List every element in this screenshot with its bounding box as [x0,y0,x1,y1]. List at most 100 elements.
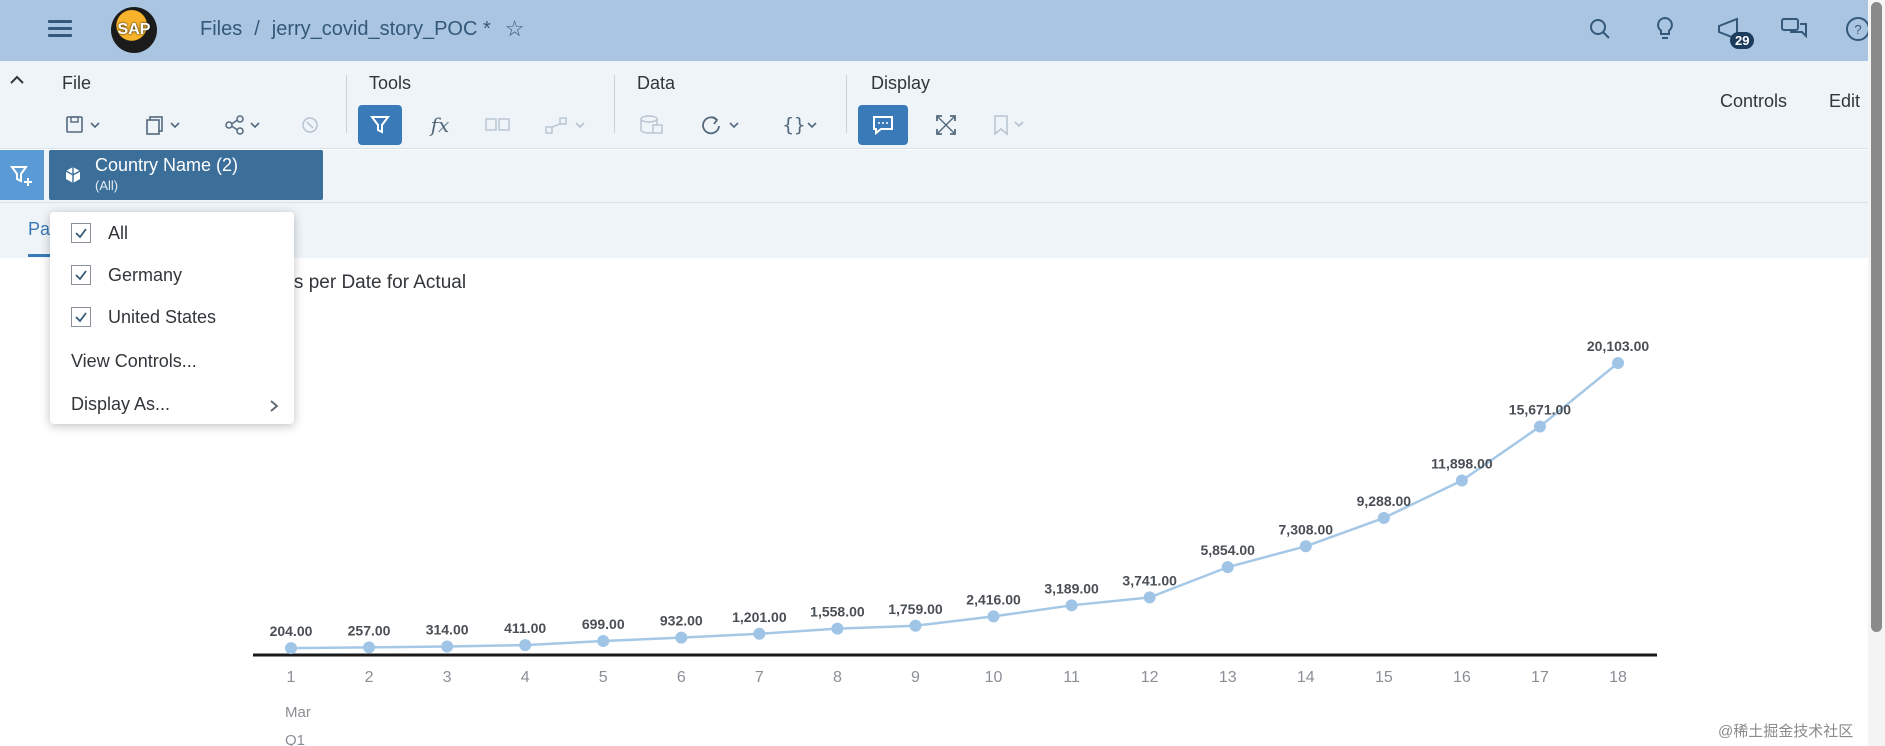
x-tick-label: 17 [1531,669,1549,686]
sap-logo[interactable]: SAP [111,7,157,53]
bookmark-disabled-icon[interactable] [984,105,1034,145]
lightbulb-icon[interactable] [1650,14,1680,44]
story-name: jerry_covid_story_POC * [271,17,491,40]
x-tick-label: 3 [443,669,452,686]
data-point[interactable] [909,619,922,632]
country-name-filter-token[interactable]: Country Name (2) (All) [49,150,323,200]
data-point[interactable] [285,642,297,655]
dropdown-item-label: Germany [108,264,183,285]
svg-text:?: ? [1854,22,1861,37]
data-point[interactable] [363,641,376,654]
x-sublabel-quarter: Q1 [285,732,305,746]
tools-group-label: Tools [369,73,412,93]
x-tick-label: 18 [1609,669,1627,686]
file-group: File [62,73,91,94]
controls-button[interactable]: Controls [1720,91,1787,112]
comment-mode-icon[interactable] [858,105,908,145]
edit-button[interactable]: Edit [1829,91,1860,112]
data-point[interactable] [1612,357,1625,369]
data-label: 7,308.00 [1279,521,1334,537]
tools-group: Tools [369,73,411,94]
data-point[interactable] [1299,540,1312,553]
data-label: 1,558.00 [810,604,865,620]
x-tick-label: 5 [599,669,608,686]
save-icon[interactable] [60,105,110,145]
checkbox-checked-icon[interactable] [71,265,91,285]
data-point[interactable] [1533,420,1546,433]
series-line [290,362,1619,650]
active-tab-indicator [28,254,52,257]
dropdown-item-united-states[interactable]: United States [50,299,294,335]
data-label: 699.00 [582,616,625,632]
app-shell: SAP Files / jerry_covid_story_POC * ☆ 29… [0,0,1885,746]
logo-text: SAP [117,21,151,38]
tab-page-1[interactable]: Pa [28,219,50,240]
data-label: 9,288.00 [1357,493,1412,509]
dropdown-item-all[interactable]: All [50,215,294,251]
file-group-label: File [62,73,92,93]
scrollbar-thumb[interactable] [1871,2,1882,632]
formula-fx-icon[interactable]: fx [420,105,460,145]
data-label: 5,854.00 [1200,542,1255,558]
favorite-star-icon[interactable]: ☆ [505,16,525,42]
checkbox-checked-icon[interactable] [71,223,91,243]
x-tick-label: 4 [521,669,530,686]
discussions-icon[interactable] [1779,14,1809,44]
x-tick-label: 1 [287,669,296,686]
vertical-scrollbar[interactable] [1868,0,1885,746]
data-point[interactable] [753,627,766,640]
checkbox-checked-icon[interactable] [71,307,91,327]
filter-tool-icon[interactable] [358,105,402,145]
refresh-icon[interactable] [696,105,748,145]
copy-icon[interactable] [140,105,190,145]
link-disabled-icon[interactable] [540,105,596,145]
collapse-toolbar-icon[interactable] [8,71,28,91]
data-point[interactable] [441,640,454,653]
fullscreen-icon[interactable] [926,105,966,145]
data-label: 3,189.00 [1044,580,1099,596]
grid-disabled-icon[interactable] [478,105,518,145]
x-tick-label: 11 [1063,669,1080,686]
data-point[interactable] [1377,511,1390,524]
data-label: 2,416.00 [966,591,1021,607]
search-icon[interactable] [1585,14,1615,44]
data-point[interactable] [675,631,688,644]
data-label: 257.00 [348,622,391,638]
add-filter-icon[interactable] [0,150,44,200]
filter-token-value: (All) [95,178,119,193]
toolbar-separator [614,75,615,133]
data-label: 204.00 [270,623,313,639]
data-source-disabled-icon[interactable] [632,105,672,145]
data-point[interactable] [1065,599,1078,612]
data-group-label: Data [637,73,676,93]
data-point[interactable] [987,610,1000,623]
data-label: 15,671.00 [1509,401,1571,417]
data-point[interactable] [1143,591,1156,604]
breadcrumb-separator: / [254,17,260,40]
story-toolbar: File Tools fx Data {} Display Controls E… [0,61,1868,149]
data-point[interactable] [1455,474,1468,487]
data-label: 1,759.00 [888,601,943,617]
data-label: 932.00 [660,613,703,629]
x-tick-label: 13 [1219,669,1237,686]
share-icon[interactable] [220,105,270,145]
data-point[interactable] [519,639,532,652]
data-point[interactable] [831,622,844,635]
display-as-menu-item[interactable]: Display As... [50,386,294,422]
view-controls-menu-item[interactable]: View Controls... [50,343,294,379]
filter-options-dropdown: All Germany United States View Controls.… [50,212,294,424]
x-tick-label: 10 [985,669,1003,686]
breadcrumb-files-link[interactable]: Files [200,18,242,41]
undo-disabled-icon[interactable] [296,105,324,145]
dropdown-item-germany[interactable]: Germany [50,257,294,293]
notification-badge: 29 [1730,32,1755,49]
dimension-cube-icon [63,165,83,190]
data-label: 411.00 [504,620,546,636]
script-braces-icon[interactable]: {} [776,105,828,145]
data-point[interactable] [1221,561,1234,574]
filter-token-name: Country Name (2) [95,155,239,175]
x-tick-label: 14 [1297,669,1315,686]
hamburger-menu-icon[interactable] [48,16,78,40]
data-point[interactable] [597,634,610,647]
x-tick-label: 2 [365,669,374,686]
